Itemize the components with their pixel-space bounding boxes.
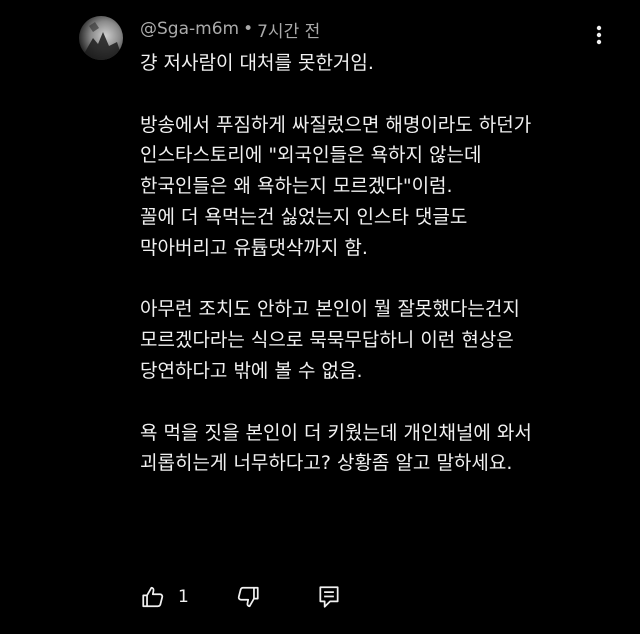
reply-comment-icon (319, 586, 339, 608)
header-separator: • (243, 19, 254, 39)
more-vert-icon (596, 25, 602, 45)
comment-line: 한국인들은 왜 욕하는지 모르겠다"이럼. (140, 175, 453, 198)
more-options-button[interactable] (588, 20, 610, 50)
thumbs-up-icon (142, 586, 164, 608)
comment-header: @Sga-m6m • 7시간 전 (140, 16, 320, 42)
avatar-image (79, 16, 123, 60)
comment-line: 욕 먹을 짓을 본인이 더 키웠는데 개인채널에 와서 (140, 421, 532, 444)
comment-line: 모르겠다라는 식으로 묵묵무답하니 이런 현상은 (140, 329, 514, 352)
comment-timestamp[interactable]: 7시간 전 (257, 17, 320, 42)
comment-line (140, 79, 630, 110)
like-count: 1 (178, 587, 189, 607)
comment-line: 인스타스토리에 "외국인들은 욕하지 않는데 (140, 144, 482, 167)
comment-body: 걍 저사람이 대처를 못한거임. 방송에서 푸짐하게 싸질렀으면 해명이라도 하… (140, 48, 630, 479)
comment-line: 꼴에 더 욕먹는건 싫었는지 인스타 댓글도 (140, 205, 468, 228)
comment-line: 당연하다고 밖에 볼 수 없음. (140, 359, 363, 382)
thumbs-down-icon (237, 586, 259, 608)
reply-button[interactable] (317, 582, 341, 612)
comment-line: 걍 저사람이 대처를 못한거임. (140, 52, 374, 74)
comment-line (140, 387, 630, 418)
comment-actions: 1 (140, 582, 341, 612)
comment-line (140, 264, 630, 295)
like-button[interactable]: 1 (140, 582, 189, 612)
comment-line: 막아버리고 유튭댓삭까지 함. (140, 236, 368, 259)
comment-line: 아무런 조치도 안하고 본인이 뭘 잘못했다는건지 (140, 298, 520, 321)
comment-author[interactable]: @Sga-m6m (140, 19, 239, 39)
dislike-button[interactable] (235, 582, 261, 612)
comment-line: 방송에서 푸짐하게 싸질렀으면 해명이라도 하던가 (140, 113, 532, 136)
comment-line: 괴롭히는게 너무하다고? 상황좀 알고 말하세요. (140, 452, 513, 475)
avatar[interactable] (79, 16, 123, 60)
